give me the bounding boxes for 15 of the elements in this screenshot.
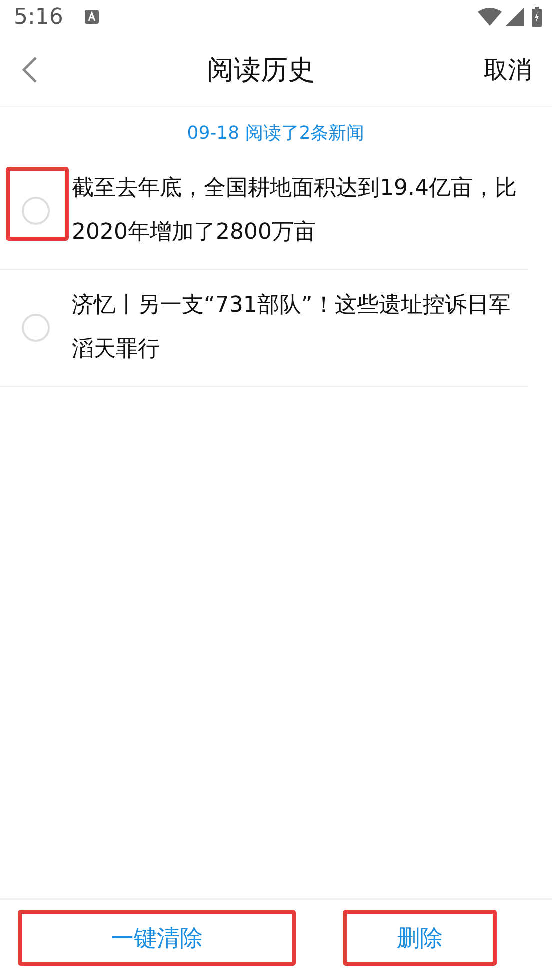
clear-all-button[interactable]: 一键清除	[18, 910, 296, 966]
radio-button[interactable]	[22, 197, 50, 225]
page-title: 阅读历史	[206, 54, 316, 88]
status-time: 5:16	[14, 4, 64, 30]
keyboard-icon	[85, 10, 100, 24]
back-icon[interactable]	[22, 56, 38, 84]
battery-icon	[532, 7, 542, 27]
summary-text: 09-18 阅读了2条新闻	[187, 123, 365, 144]
signal-icon	[506, 8, 524, 26]
radio-button[interactable]	[22, 314, 50, 342]
news-title[interactable]: 截至去年底，全国耕地面积达到19.4亿亩，比2020年增加了2800万亩	[72, 167, 528, 255]
news-title[interactable]: 济忆丨另一支“731部队”！这些遗址控诉日军滔天罪行	[72, 284, 528, 372]
wifi-icon	[478, 8, 502, 26]
cancel-button[interactable]: 取消	[484, 54, 532, 86]
delete-button[interactable]: 删除	[343, 910, 497, 966]
